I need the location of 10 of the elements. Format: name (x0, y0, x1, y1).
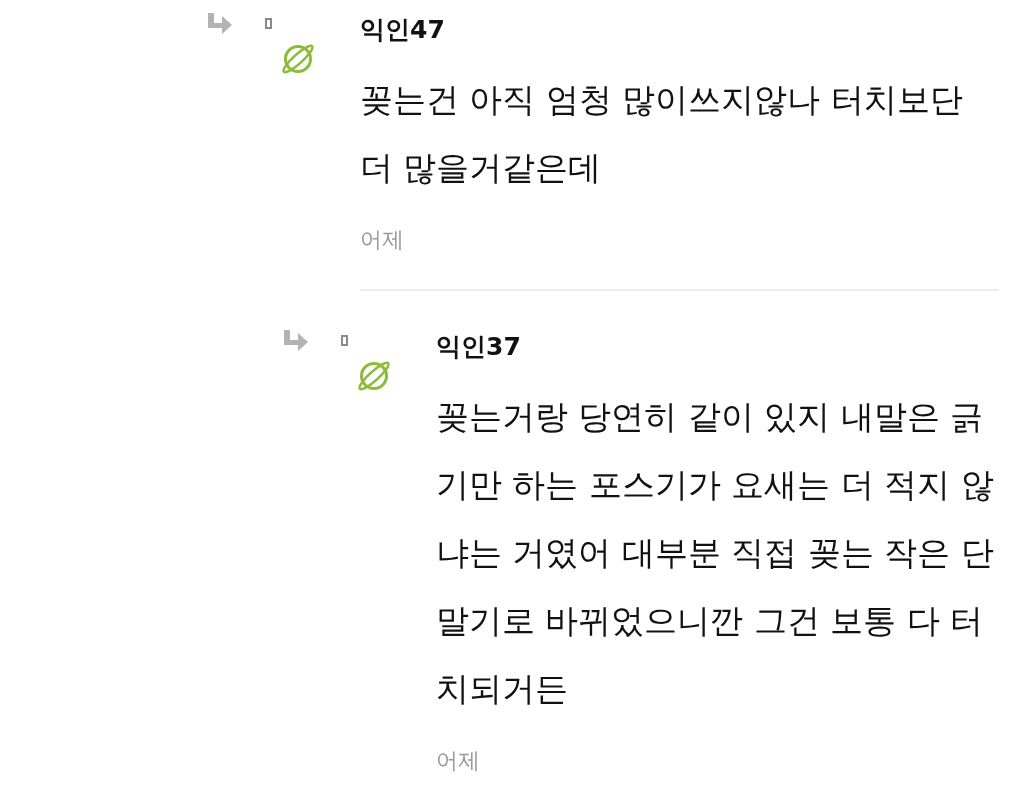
comment-text: 꽂는거랑 당연히 같이 있지 내말은 긁기만 하는 포스기가 요새는 더 적지 않냐는 거였어 대부분 직접 꽂는 작은 단말기로 바뀌었으니깐 그건 보통 다 터치되거든 (436, 396, 995, 710)
timestamp: 어제 (436, 747, 481, 775)
reply-arrow-icon (208, 13, 232, 34)
small-rectangle-icon (341, 335, 348, 346)
username: 익인47 (360, 15, 446, 45)
comment-text: 꽂는건 아직 엄청 많이쓰지않나 터치보단 더 많을거같은데 (360, 79, 964, 189)
username: 익인37 (436, 332, 522, 362)
timestamp: 어제 (360, 226, 405, 254)
small-rectangle-icon (265, 18, 272, 29)
reply-arrow-icon (284, 330, 308, 351)
